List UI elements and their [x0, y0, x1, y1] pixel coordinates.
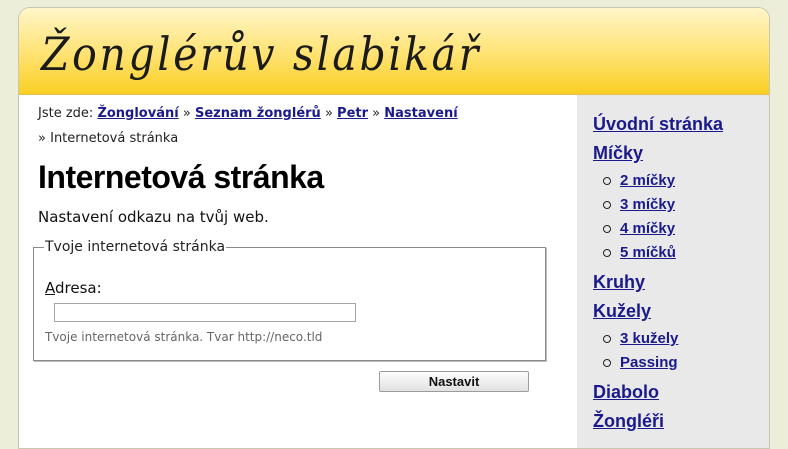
list-item: 3 míčky — [593, 193, 763, 217]
breadcrumb-separator: » — [38, 131, 46, 146]
sidebar-subitem-passing[interactable]: Passing — [620, 354, 678, 371]
list-item: 4 míčky — [593, 217, 763, 241]
sidebar-item-kuzely[interactable]: Kužely — [593, 297, 763, 326]
submit-button[interactable]: Nastavit — [379, 371, 529, 392]
breadcrumb-separator: » — [324, 106, 333, 121]
list-item: 3 kužely — [593, 327, 763, 351]
address-label-accesskey: A — [45, 279, 55, 297]
page-title: Internetová stránka — [38, 159, 324, 195]
page-description: Nastavení odkazu na tvůj web. — [38, 208, 269, 226]
breadcrumb-prefix: Jste zde: — [38, 106, 94, 121]
sidebar-subitem-3-kuzely[interactable]: 3 kužely — [620, 330, 678, 347]
address-hint: Tvoje internetová stránka. Tvar http://n… — [45, 330, 323, 344]
fieldset-legend: Tvoje internetová stránka — [45, 239, 226, 255]
page-frame: Žonglérův slabikář Jste zde: Žonglování … — [18, 7, 770, 449]
breadcrumb-current: Internetová stránka — [50, 131, 179, 146]
sidebar: Úvodní stránka Míčky 2 míčky 3 míčky 4 m… — [577, 95, 769, 448]
sidebar-subitem-5-micku[interactable]: 5 míčků — [620, 244, 676, 261]
sidebar-nav: Úvodní stránka Míčky 2 míčky 3 míčky 4 m… — [593, 95, 763, 436]
website-fieldset: Tvoje internetová stránka Adresa: Tvoje … — [33, 239, 546, 361]
site-logo[interactable]: Žonglérův slabikář — [37, 12, 497, 90]
address-label-text: dresa: — [55, 279, 102, 297]
sidebar-item-diabolo[interactable]: Diabolo — [593, 378, 763, 407]
sidebar-subitem-3-micky[interactable]: 3 míčky — [620, 196, 675, 213]
list-item: Passing — [593, 351, 763, 375]
logo-script-text: Žonglérův slabikář — [39, 26, 481, 81]
breadcrumb-separator: » — [372, 106, 381, 121]
sidebar-submenu-kuzely: 3 kužely Passing — [593, 327, 763, 375]
breadcrumb-link-petr[interactable]: Petr — [337, 106, 368, 121]
main-content: Jste zde: Žonglování » Seznam žonglérů »… — [19, 95, 577, 448]
breadcrumb-link-nastaveni[interactable]: Nastavení — [384, 106, 457, 121]
sidebar-item-uvodni-stranka[interactable]: Úvodní stránka — [593, 110, 763, 139]
list-item: 2 míčky — [593, 169, 763, 193]
sidebar-subitem-2-micky[interactable]: 2 míčky — [620, 172, 675, 189]
site-header: Žonglérův slabikář — [19, 8, 769, 95]
sidebar-subitem-4-micky[interactable]: 4 míčky — [620, 220, 675, 237]
breadcrumb-separator: » — [182, 106, 191, 121]
sidebar-submenu-micky: 2 míčky 3 míčky 4 míčky 5 míčků — [593, 169, 763, 265]
address-input[interactable] — [54, 303, 356, 322]
sidebar-item-micky[interactable]: Míčky — [593, 139, 763, 168]
address-label[interactable]: Adresa: — [45, 279, 102, 297]
list-item: 5 míčků — [593, 241, 763, 265]
breadcrumb-link-seznam[interactable]: Seznam žonglérů — [195, 106, 321, 121]
breadcrumb: Jste zde: Žonglování » Seznam žonglérů »… — [38, 101, 558, 151]
sidebar-item-kruhy[interactable]: Kruhy — [593, 268, 763, 297]
breadcrumb-link-zonglovani[interactable]: Žonglování — [97, 106, 178, 121]
